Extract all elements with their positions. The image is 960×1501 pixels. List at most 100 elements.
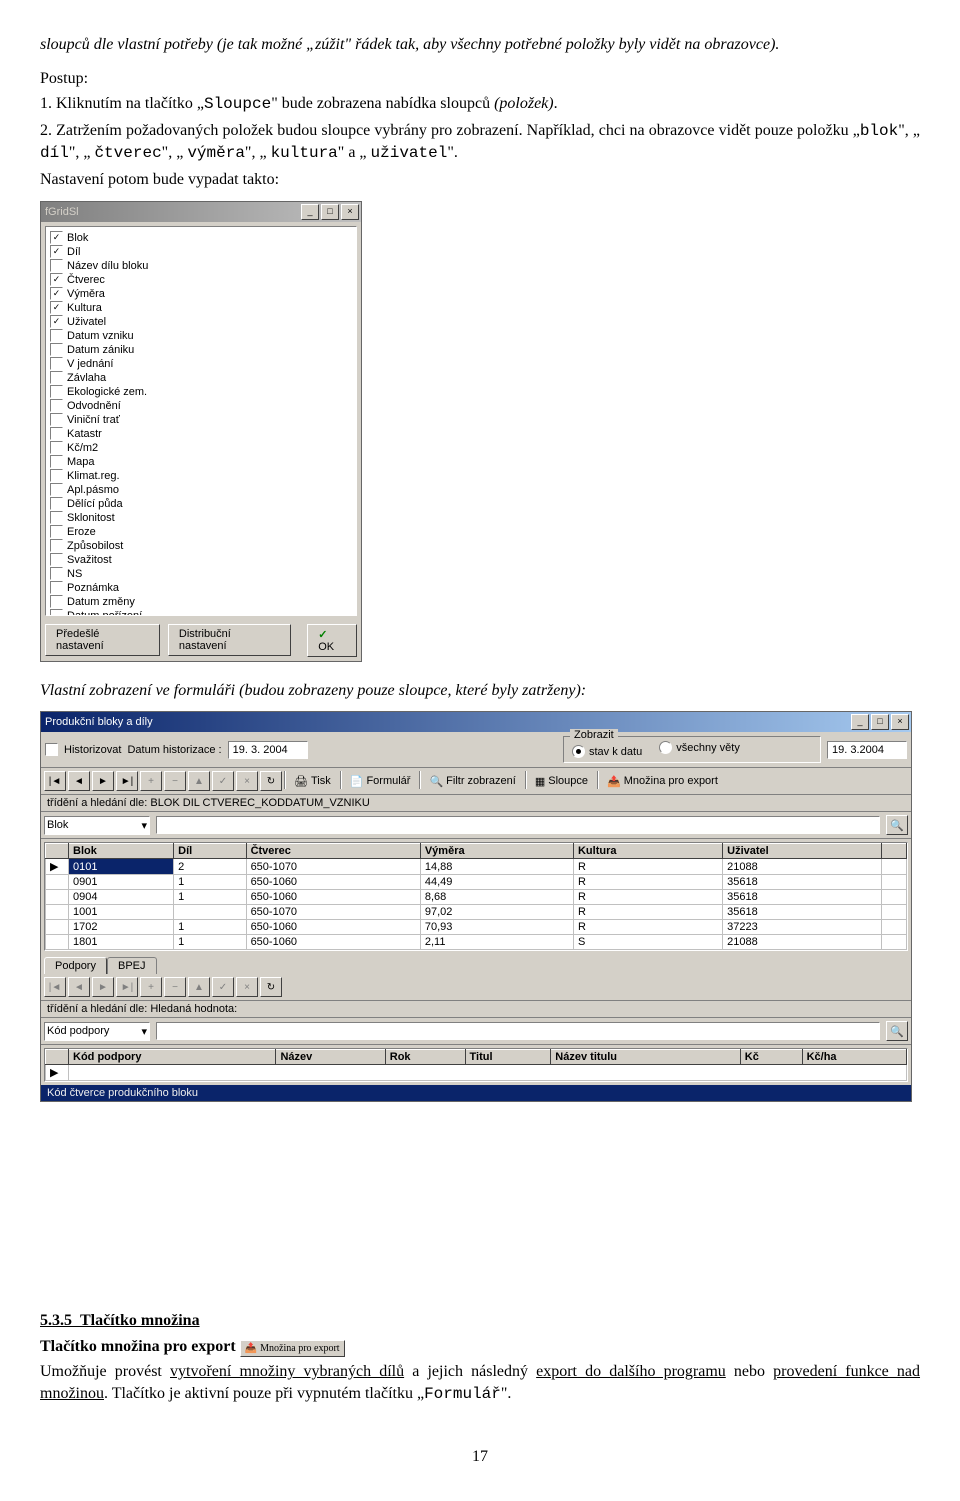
checklist-item[interactable]: Závlaha (50, 371, 352, 385)
checkbox-icon[interactable] (50, 399, 63, 412)
nav-prev-icon[interactable]: ◄ (68, 977, 90, 997)
close-icon[interactable]: × (341, 204, 359, 220)
nav-edit-icon[interactable]: ▲ (188, 977, 210, 997)
sub-data-grid[interactable]: Kód podporyNázevRokTitulNázev tituluKčKč… (44, 1048, 908, 1082)
column-header[interactable]: Název (276, 1050, 385, 1065)
checklist-item[interactable]: V jednání (50, 357, 352, 371)
checkbox-icon[interactable] (50, 595, 63, 608)
checklist-item[interactable]: Uživatel (50, 315, 352, 329)
form-button[interactable]: 📄 Formulář (343, 771, 418, 791)
nav-post-icon[interactable]: ✓ (212, 977, 234, 997)
table-row[interactable]: 09041650-10608,68R35618 (46, 890, 907, 905)
checkbox-icon[interactable] (50, 497, 63, 510)
checkbox-icon[interactable] (50, 525, 63, 538)
checkbox-icon[interactable] (50, 455, 63, 468)
checklist-item[interactable]: Díl (50, 245, 352, 259)
print-button[interactable]: 🖨 Tisk (287, 771, 338, 791)
checklist-item[interactable]: Viniční trať (50, 413, 352, 427)
nav-first-icon[interactable]: |◄ (44, 977, 66, 997)
column-header[interactable]: Kč/ha (802, 1050, 906, 1065)
checklist-item[interactable]: Svažitost (50, 553, 352, 567)
checklist-item[interactable]: Ekologické zem. (50, 385, 352, 399)
checkbox-icon[interactable] (50, 259, 63, 272)
date-hist-field[interactable]: 19. 3. 2004 (228, 741, 308, 759)
nav-post-icon[interactable]: ✓ (212, 771, 234, 791)
column-header[interactable]: Výměra (420, 844, 573, 859)
table-row[interactable]: 09011650-106044,49R35618 (46, 875, 907, 890)
nav-edit-icon[interactable]: ▲ (188, 771, 210, 791)
filter-button[interactable]: 🔍 Filtr zobrazení (422, 771, 522, 791)
column-header[interactable]: Díl (174, 844, 246, 859)
column-header[interactable]: Kč (740, 1050, 802, 1065)
columns-button[interactable]: ▦ Sloupce (528, 771, 595, 791)
historize-checkbox[interactable] (45, 743, 58, 756)
checkbox-icon[interactable] (50, 329, 63, 342)
checklist-item[interactable]: Způsobilost (50, 539, 352, 553)
column-header[interactable] (46, 1050, 69, 1065)
nav-refresh-icon[interactable]: ↻ (260, 771, 282, 791)
checkbox-icon[interactable] (50, 483, 63, 496)
main-titlebar[interactable]: Produkční bloky a díly _ □ × (41, 712, 911, 732)
export-set-button[interactable]: 📤 Množina pro export (600, 771, 725, 791)
checkbox-icon[interactable] (50, 441, 63, 454)
checklist-item[interactable]: Katastr (50, 427, 352, 441)
checkbox-icon[interactable] (50, 385, 63, 398)
maximize-icon[interactable]: □ (321, 204, 339, 220)
nav-cancel-icon[interactable]: × (236, 977, 258, 997)
checkbox-icon[interactable] (50, 315, 63, 328)
nav-refresh-icon[interactable]: ↻ (260, 977, 282, 997)
close-icon[interactable]: × (891, 714, 909, 730)
column-header[interactable]: Blok (69, 844, 174, 859)
checklist-item[interactable]: Datum zániku (50, 343, 352, 357)
checkbox-icon[interactable] (50, 609, 63, 616)
nav-prev-icon[interactable]: ◄ (68, 771, 90, 791)
maximize-icon[interactable]: □ (871, 714, 889, 730)
checkbox-icon[interactable] (50, 231, 63, 244)
ok-button[interactable]: OK (307, 624, 357, 657)
checklist-item[interactable]: Dělící půda (50, 497, 352, 511)
checklist-item[interactable]: Mapa (50, 455, 352, 469)
search-button-2[interactable]: 🔍 (886, 1021, 908, 1041)
checklist-item[interactable]: Odvodnění (50, 399, 352, 413)
checklist-item[interactable]: Čtverec (50, 273, 352, 287)
checkbox-icon[interactable] (50, 581, 63, 594)
checklist-item[interactable]: NS (50, 567, 352, 581)
distribution-settings-button[interactable]: Distribuční nastavení (168, 624, 291, 656)
checklist-item[interactable]: Datum pořízení (50, 609, 352, 616)
radio-vsechny-vety[interactable]: všechny věty (659, 741, 740, 754)
tab-bpej[interactable]: BPEJ (107, 957, 157, 974)
export-set-inline-button[interactable]: 📤 Množina pro export (240, 1340, 345, 1358)
checkbox-icon[interactable] (50, 567, 63, 580)
checkbox-icon[interactable] (50, 539, 63, 552)
checkbox-icon[interactable] (50, 287, 63, 300)
dialog-titlebar[interactable]: fGridSl _ □ × (41, 202, 361, 222)
column-header[interactable]: Uživatel (723, 844, 882, 859)
search-value-input[interactable] (156, 816, 880, 834)
checkbox-icon[interactable] (50, 343, 63, 356)
checkbox-icon[interactable] (50, 357, 63, 370)
checkbox-icon[interactable] (50, 301, 63, 314)
tab-podpory[interactable]: Podpory (44, 957, 107, 974)
checkbox-icon[interactable] (50, 511, 63, 524)
checklist-item[interactable]: Sklonitost (50, 511, 352, 525)
column-header[interactable]: Název titulu (551, 1050, 741, 1065)
table-row[interactable]: 1001650-107097,02R35618 (46, 905, 907, 920)
checkbox-icon[interactable] (50, 371, 63, 384)
checkbox-icon[interactable] (50, 427, 63, 440)
search-value-input-2[interactable] (156, 1022, 880, 1040)
table-row[interactable]: 18011650-10602,11S21088 (46, 935, 907, 950)
nav-last-icon[interactable]: ►| (116, 771, 138, 791)
minimize-icon[interactable]: _ (301, 204, 319, 220)
date-right-field[interactable]: 19. 3.2004 (827, 741, 907, 759)
previous-settings-button[interactable]: Předešlé nastavení (45, 624, 160, 656)
nav-first-icon[interactable]: |◄ (44, 771, 66, 791)
checkbox-icon[interactable] (50, 469, 63, 482)
minimize-icon[interactable]: _ (851, 714, 869, 730)
search-button[interactable]: 🔍 (886, 815, 908, 835)
table-row[interactable]: 17021650-106070,93R37223 (46, 920, 907, 935)
nav-last-icon[interactable]: ►| (116, 977, 138, 997)
column-header[interactable] (46, 844, 69, 859)
checklist-item[interactable]: Kultura (50, 301, 352, 315)
radio-stav-k-datu[interactable]: stav k datu (572, 745, 642, 758)
column-header[interactable]: Kód podpory (69, 1050, 276, 1065)
